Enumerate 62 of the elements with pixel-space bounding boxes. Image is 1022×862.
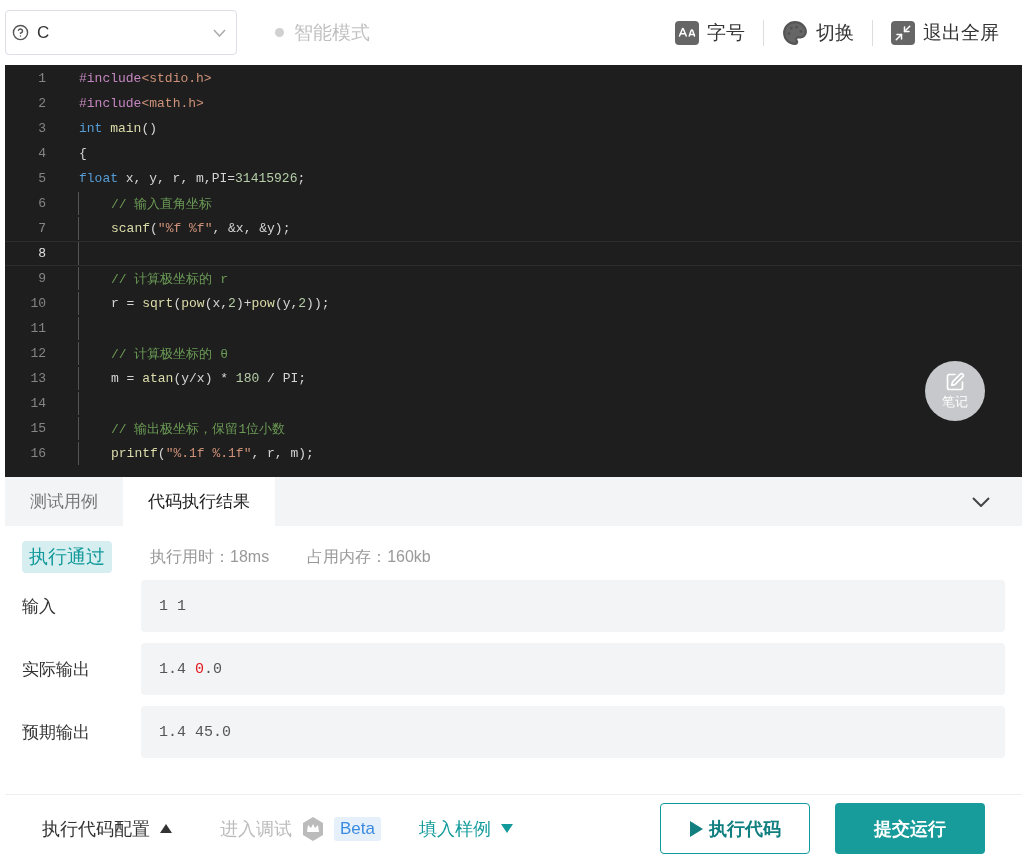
line-number: 14: [29, 396, 46, 411]
row-label: 预期输出: [22, 721, 91, 744]
toolbar-button[interactable]: 退出全屏: [873, 19, 1017, 46]
mode-dot: [275, 28, 284, 37]
status-badge: 执行通过: [22, 541, 112, 573]
tab[interactable]: 代码执行结果: [123, 477, 275, 526]
line-number: 11: [29, 321, 46, 336]
code-line: int main(): [78, 120, 158, 138]
code-line: printf("%.1f %.1f", r, m);: [78, 442, 314, 465]
run-time: 执行用时：18ms: [150, 546, 270, 567]
line-number: 1: [37, 71, 46, 86]
toolbar-button[interactable]: 切换: [764, 19, 872, 46]
beta-badge: Beta: [334, 816, 381, 841]
memory-usage: 占用内存：160kb: [307, 546, 431, 567]
line-number: 12: [29, 346, 46, 361]
output-value: 1.4 45.0: [141, 706, 1005, 758]
language-label: C: [37, 22, 50, 43]
sample-link[interactable]: 填入样例: [419, 816, 513, 841]
line-number: 15: [29, 421, 46, 436]
palette-icon: [782, 19, 808, 46]
submit-button[interactable]: 提交运行: [835, 803, 985, 854]
code-line: r = sqrt(pow(x,2)+pow(y,2));: [78, 292, 330, 315]
output-value: 1.4 0.0: [141, 643, 1005, 695]
chevron-down-icon: [972, 496, 990, 507]
font-size-icon: [675, 20, 699, 45]
line-number: 16: [29, 446, 46, 461]
crown-icon: [302, 816, 324, 841]
line-number: 13: [29, 371, 46, 386]
row-label: 实际输出: [22, 658, 91, 681]
line-number: 5: [37, 171, 46, 186]
code-line: // 计算极坐标的 θ: [78, 342, 228, 365]
tab[interactable]: 测试用例: [5, 477, 123, 526]
line-number: 9: [37, 271, 46, 286]
line-number: 6: [37, 196, 46, 211]
language-select[interactable]: C: [5, 10, 237, 55]
help-icon: [12, 24, 29, 41]
run-code-button[interactable]: 执行代码: [660, 803, 810, 854]
line-number: 2: [37, 96, 46, 111]
output-value: 1 1: [141, 580, 1005, 632]
code-line: // 计算极坐标的 r: [78, 267, 228, 290]
code-line: // 输入直角坐标: [78, 192, 213, 215]
code-line: #include<stdio.h>: [78, 70, 212, 88]
line-number: 8: [37, 246, 46, 261]
code-line: m = atan(y/x) * 180 / PI;: [78, 367, 307, 390]
chevron-down-icon: [213, 28, 226, 37]
line-number: 10: [29, 296, 46, 311]
code-line: // 输出极坐标，保留1位小数: [78, 417, 286, 440]
code-line: float x, y, r, m,PI=31415926;: [78, 170, 306, 188]
code-line: scanf("%f %f", &x, &y);: [78, 217, 291, 240]
play-icon: [689, 820, 703, 837]
code-line: {: [78, 145, 87, 163]
pen-square-icon: [945, 371, 965, 392]
config-link[interactable]: 执行代码配置: [42, 816, 172, 841]
toolbar-button[interactable]: 字号: [657, 19, 763, 46]
line-number: 3: [37, 121, 46, 136]
line-number: 4: [37, 146, 46, 161]
caret-down-icon: [501, 824, 513, 833]
caret-up-icon: [160, 824, 172, 833]
exit-fullscreen-icon: [891, 20, 915, 45]
code-line: #include<math.h>: [78, 95, 204, 113]
row-label: 输入: [22, 595, 57, 618]
line-number: 7: [37, 221, 46, 236]
